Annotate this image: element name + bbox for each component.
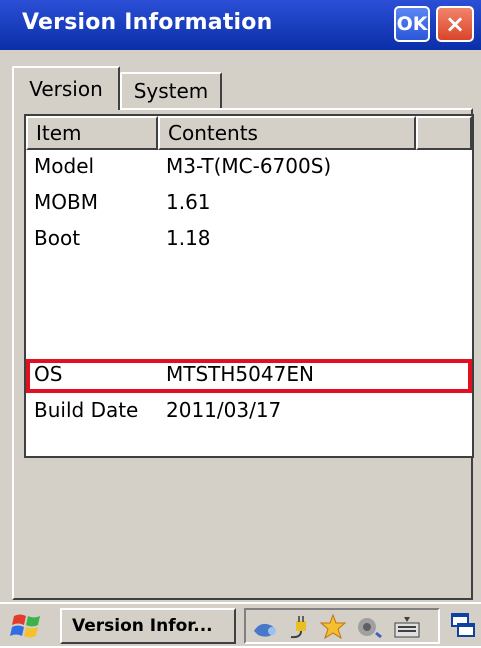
power-plug-icon[interactable] bbox=[286, 613, 316, 641]
audio-icon[interactable] bbox=[354, 613, 384, 641]
system-tray bbox=[244, 608, 440, 644]
window-title: Version Information bbox=[22, 10, 273, 35]
item-label: OS bbox=[34, 362, 63, 386]
list-header: Item Contents bbox=[26, 116, 472, 150]
item-label: MOBM bbox=[34, 190, 98, 214]
close-icon: × bbox=[444, 10, 466, 38]
close-button[interactable]: × bbox=[436, 6, 474, 42]
item-value: 2011/03/17 bbox=[166, 398, 282, 422]
list-item-mobm[interactable]: MOBM 1.61 bbox=[26, 188, 472, 220]
column-header-contents[interactable]: Contents bbox=[158, 116, 416, 150]
tab-version[interactable]: Version bbox=[12, 66, 120, 110]
list-item-model[interactable]: Model M3-T(MC-6700S) bbox=[26, 152, 472, 184]
column-header-empty[interactable] bbox=[416, 116, 472, 150]
desktop-button[interactable] bbox=[446, 608, 478, 644]
item-label: Model bbox=[34, 154, 95, 178]
network-icon[interactable] bbox=[250, 613, 280, 641]
column-header-item[interactable]: Item bbox=[26, 116, 158, 150]
tab-system[interactable]: System bbox=[120, 72, 222, 108]
item-value: 1.18 bbox=[166, 226, 211, 250]
tab-system-label: System bbox=[133, 79, 209, 103]
star-icon[interactable] bbox=[318, 613, 348, 641]
list-item-build-date[interactable]: Build Date 2011/03/17 bbox=[26, 396, 472, 428]
start-button[interactable] bbox=[6, 608, 50, 644]
item-value: M3-T(MC-6700S) bbox=[166, 154, 332, 178]
ok-button[interactable]: OK bbox=[394, 6, 430, 42]
tab-version-label: Version bbox=[29, 77, 103, 101]
item-value: MTSTH5047EN bbox=[166, 362, 314, 386]
list-item-boot[interactable]: Boot 1.18 bbox=[26, 224, 472, 256]
taskbar: Version Infor... bbox=[0, 602, 481, 646]
item-label: Boot bbox=[34, 226, 81, 250]
version-information-window: Version Information OK × Version System … bbox=[0, 0, 481, 646]
version-list[interactable]: Item Contents Model M3-T(MC-6700S) MOBM … bbox=[24, 114, 474, 458]
item-value: 1.61 bbox=[166, 190, 211, 214]
title-bar: Version Information OK × bbox=[0, 0, 481, 50]
list-item-os[interactable]: OS MTSTH5047EN bbox=[26, 360, 472, 392]
start-windows-icon bbox=[10, 614, 40, 638]
item-label: Build Date bbox=[34, 398, 139, 422]
desktop-icon bbox=[451, 613, 475, 637]
keyboard-icon[interactable] bbox=[392, 613, 422, 641]
task-button-version-information[interactable]: Version Infor... bbox=[60, 608, 236, 644]
